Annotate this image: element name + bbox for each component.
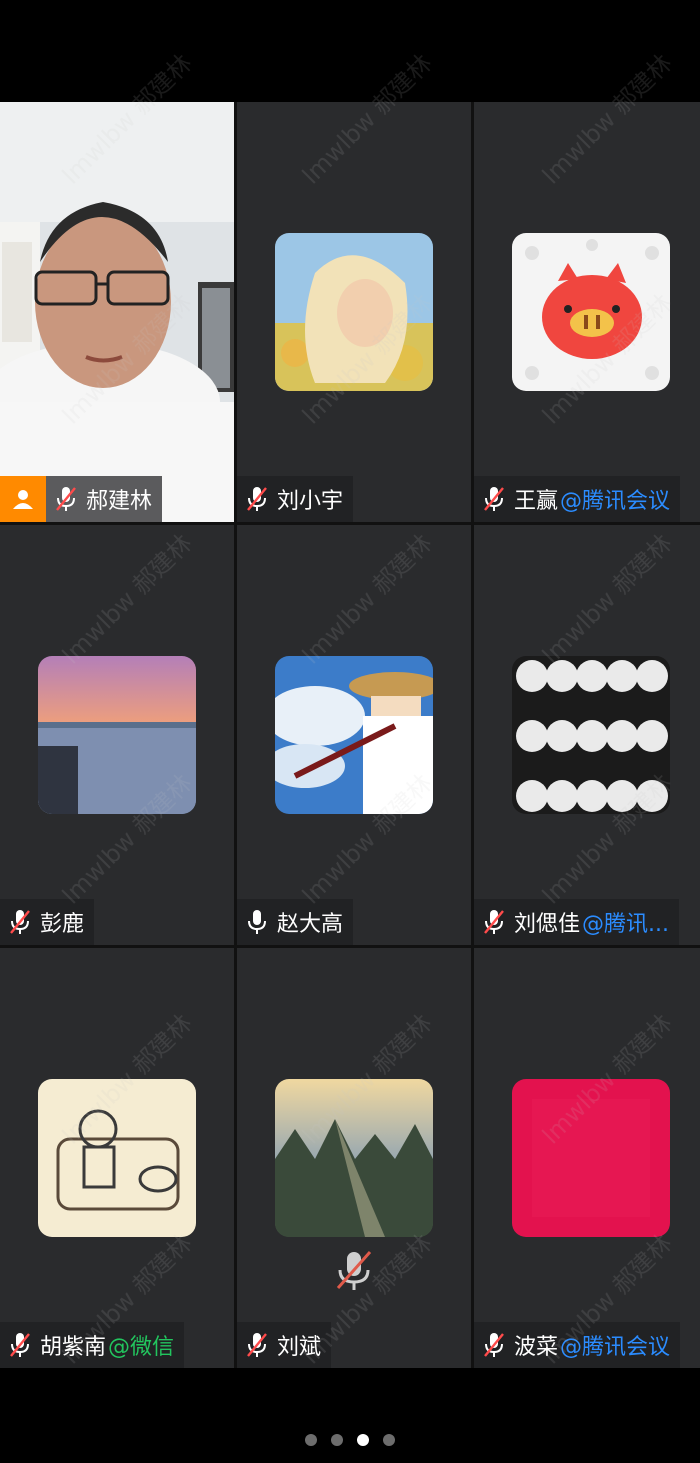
avatar [512,233,670,391]
participant-label: 胡紫南 @微信 [0,1322,185,1368]
participant-name: 王赢 [514,489,559,514]
participant-tile-9[interactable]: 波菜 @腾讯会议 [474,948,700,1368]
bottom-area [0,1368,700,1463]
participant-tile-3[interactable]: 王赢 @腾讯会议 [474,102,700,522]
participant-name: 波菜 [514,1335,559,1360]
avatar [275,656,433,814]
participant-tile-2[interactable]: 刘小宇 [237,102,471,522]
participant-tile-6[interactable]: 刘偲佳 @腾讯... [474,525,700,945]
mic-icon [245,908,269,936]
mic-muted-icon [482,485,506,513]
participant-label: 刘小宇 [237,476,354,522]
avatar [512,656,670,814]
participant-name: 刘小宇 [277,489,344,514]
status-bar-area [0,0,700,102]
avatar [38,1079,196,1237]
participant-name: 刘偲佳 [514,912,581,937]
participant-name: 胡紫南 [40,1335,107,1360]
participant-source: @腾讯会议 [560,1335,671,1360]
participant-name: 赵大高 [277,912,344,937]
participant-name: 彭鹿 [40,912,85,937]
page-dot[interactable] [331,1434,343,1446]
camera-video [0,102,234,522]
participant-tile-1[interactable]: 郝建林 [0,102,234,522]
participant-name: 郝建林 [86,489,153,514]
participant-source: @微信 [108,1335,175,1360]
mic-muted-icon [332,1248,376,1292]
participant-label: 波菜 @腾讯会议 [474,1322,681,1368]
participant-label: 彭鹿 [0,899,95,945]
participant-tile-8[interactable]: 刘斌 [237,948,471,1368]
page-dot-active[interactable] [357,1434,369,1446]
mic-muted-icon [8,908,32,936]
page-dot[interactable] [305,1434,317,1446]
participant-tile-5[interactable]: 赵大高 [237,525,471,945]
participant-label: 刘偲佳 @腾讯... [474,899,679,945]
mic-muted-icon [482,908,506,936]
person-icon [13,490,33,509]
host-badge [0,476,46,522]
participant-source: @腾讯会议 [560,489,671,514]
mic-muted-icon [245,485,269,513]
avatar [512,1079,670,1237]
mic-muted-icon [245,1331,269,1359]
participant-label: 郝建林 [46,476,163,522]
mic-muted-icon [8,1331,32,1359]
participant-name: 刘斌 [277,1335,322,1360]
page-indicator[interactable] [0,1434,700,1446]
page-dot[interactable] [383,1434,395,1446]
mic-muted-icon [482,1331,506,1359]
avatar [275,233,433,391]
avatar [38,656,196,814]
participant-label: 赵大高 [237,899,354,945]
participant-tile-4[interactable]: 彭鹿 [0,525,234,945]
participant-source: @腾讯... [582,912,669,937]
participant-label: 王赢 @腾讯会议 [474,476,681,522]
participant-tile-7[interactable]: 胡紫南 @微信 [0,948,234,1368]
participant-label: 刘斌 [237,1322,332,1368]
mic-muted-icon [54,485,78,513]
video-grid: 郝建林 刘小宇 王赢 @腾讯会议 彭鹿 赵大高 刘偲佳 @腾讯... 胡紫南 @… [0,102,700,1368]
avatar [275,1079,433,1237]
